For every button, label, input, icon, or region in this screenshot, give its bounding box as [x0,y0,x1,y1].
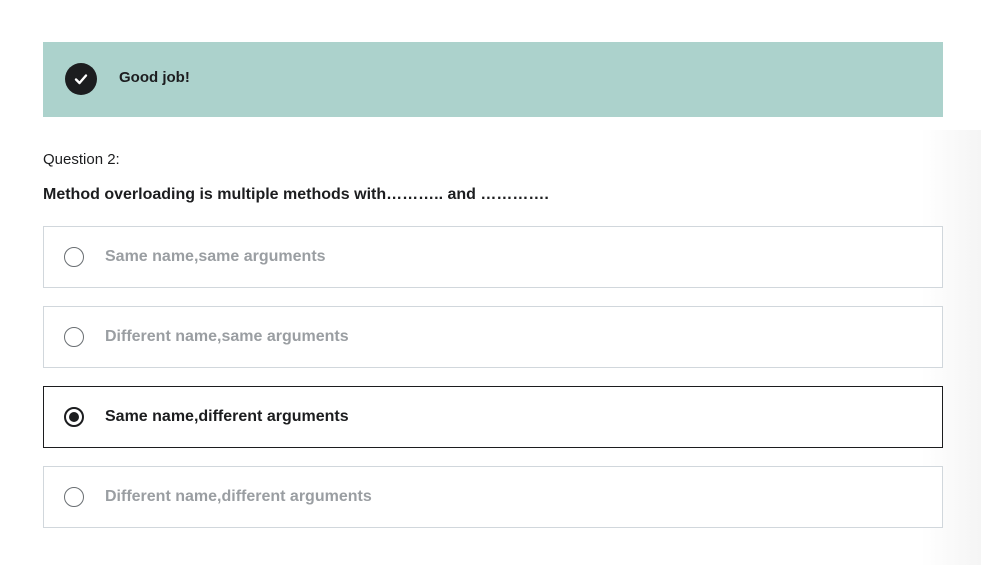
answer-label: Same name,different arguments [105,408,349,425]
radio-button[interactable] [64,247,84,267]
radio-button[interactable] [64,327,84,347]
feedback-banner: Good job! [43,42,943,117]
answer-label: Different name,same arguments [105,328,349,345]
radio-button[interactable] [64,407,84,427]
answer-option-3[interactable]: Same name,different arguments [43,386,943,448]
radio-dot [69,412,79,422]
answer-option-1[interactable]: Same name,same arguments [43,226,943,288]
answer-label: Different name,different arguments [105,488,372,505]
answer-label: Same name,same arguments [105,248,326,265]
question-number: Question 2: [43,151,120,168]
answer-option-4[interactable]: Different name,different arguments [43,466,943,528]
check-circle-icon [65,63,97,95]
question-text: Method overloading is multiple methods w… [43,186,549,203]
answer-options: Same name,same arguments Different name,… [43,226,943,546]
feedback-message: Good job! [119,69,190,86]
answer-option-2[interactable]: Different name,same arguments [43,306,943,368]
radio-button[interactable] [64,487,84,507]
